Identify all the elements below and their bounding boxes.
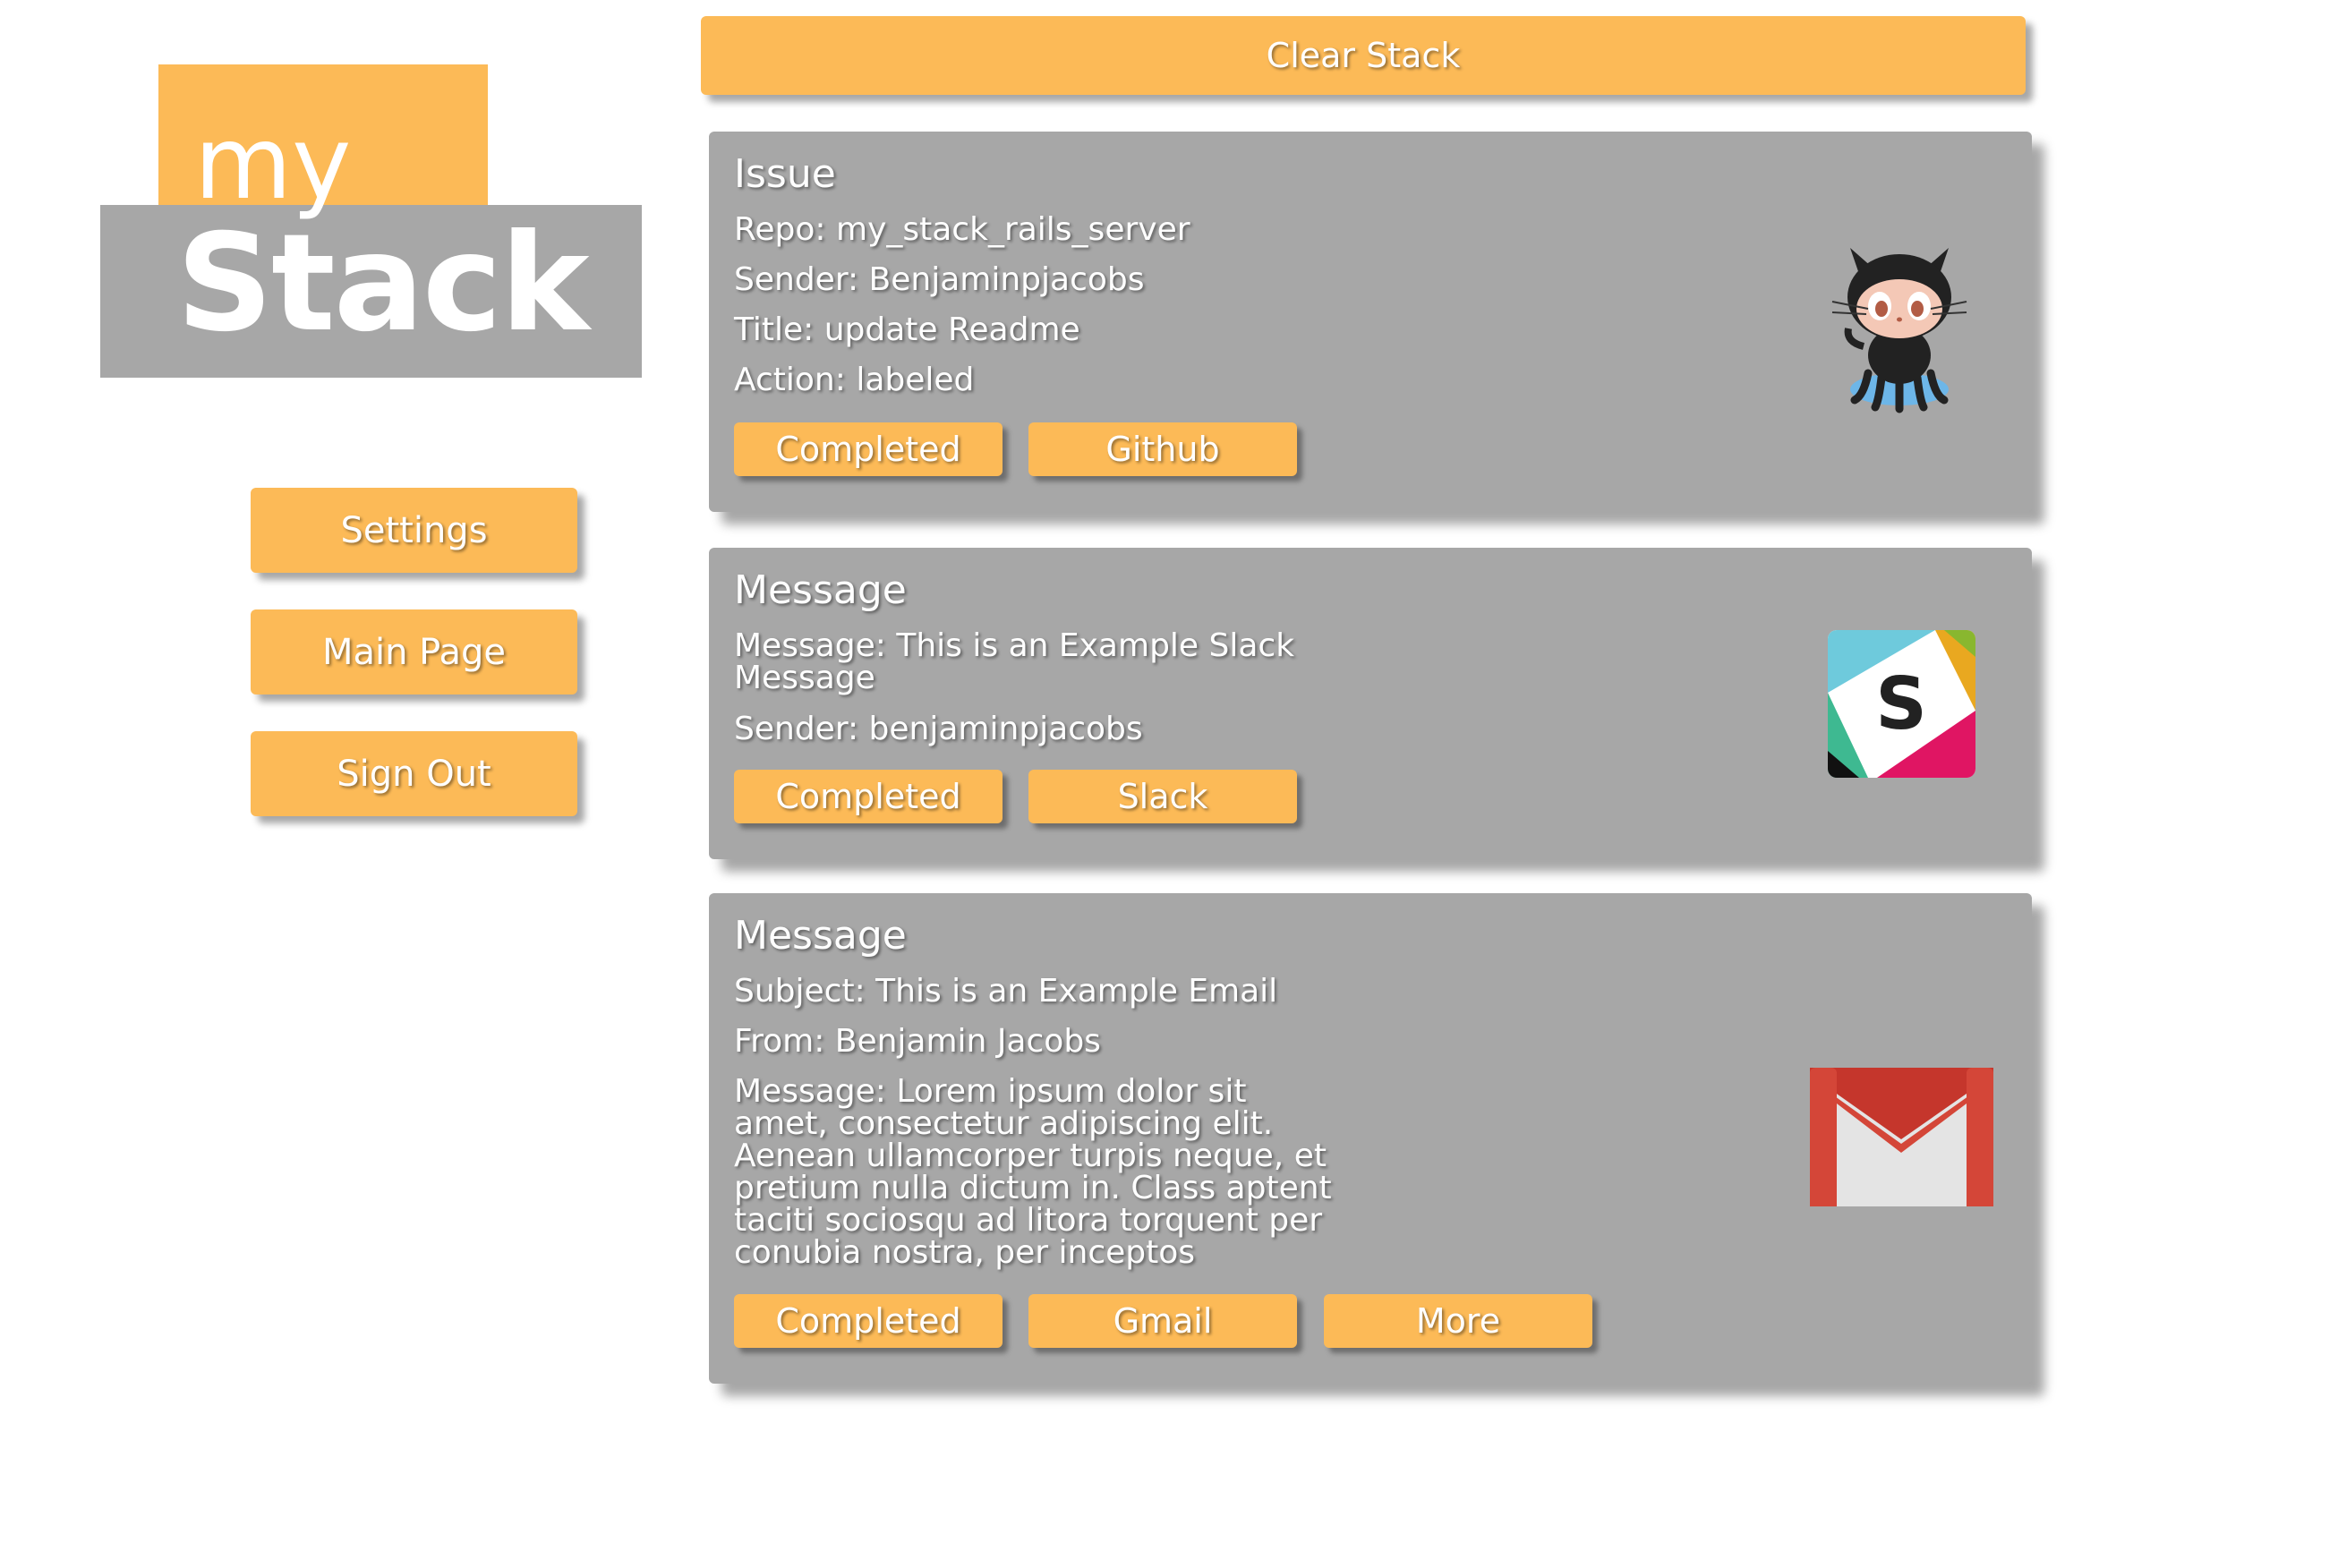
more-button[interactable]: More bbox=[1324, 1294, 1592, 1348]
card-message-line: Message: This is an Example Slack Messag… bbox=[734, 627, 1295, 696]
clear-stack-button[interactable]: Clear Stack bbox=[701, 16, 2026, 95]
stack-card-slack-message: Message Message: This is an Example Slac… bbox=[709, 548, 2032, 859]
card-from-line: From: Benjamin Jacobs bbox=[734, 1023, 1101, 1060]
logo-stack-text: Stack bbox=[176, 206, 590, 362]
mystack-logo: my Stack bbox=[100, 64, 642, 378]
card-title: Issue bbox=[734, 151, 836, 197]
card-action-line: Action: labeled bbox=[734, 362, 975, 398]
logo-my-text: my bbox=[194, 106, 352, 222]
slack-icon: S bbox=[1828, 630, 1975, 778]
card-title-line: Title: update Readme bbox=[734, 311, 1080, 348]
card-repo-line: Repo: my_stack_rails_server bbox=[734, 211, 1190, 248]
main-page-button[interactable]: Main Page bbox=[251, 609, 577, 695]
svg-text:S: S bbox=[1875, 662, 1927, 746]
stack-card-gmail-message: Message Subject: This is an Example Emai… bbox=[709, 893, 2032, 1384]
settings-button[interactable]: Settings bbox=[251, 488, 577, 573]
github-octocat-icon bbox=[1831, 248, 1967, 413]
page: my Stack Settings Main Page Sign Out Cle… bbox=[0, 0, 2338, 1568]
sign-out-button[interactable]: Sign Out bbox=[251, 731, 577, 816]
card-sender-line: Sender: Benjaminpjacobs bbox=[734, 261, 1145, 298]
gmail-icon bbox=[1810, 1068, 1993, 1206]
card-sender-line: Sender: benjaminpjacobs bbox=[734, 711, 1143, 747]
completed-button[interactable]: Completed bbox=[734, 422, 1003, 476]
card-title: Message bbox=[734, 913, 907, 959]
gmail-button[interactable]: Gmail bbox=[1028, 1294, 1297, 1348]
card-message-line: Message: Lorem ipsum dolor sit amet, con… bbox=[734, 1073, 1332, 1271]
completed-button[interactable]: Completed bbox=[734, 770, 1003, 823]
github-button[interactable]: Github bbox=[1028, 422, 1297, 476]
stack-card-github-issue: Issue Repo: my_stack_rails_server Sender… bbox=[709, 132, 2032, 512]
completed-button[interactable]: Completed bbox=[734, 1294, 1003, 1348]
card-subject-line: Subject: This is an Example Email bbox=[734, 973, 1278, 1010]
card-title: Message bbox=[734, 567, 907, 613]
slack-button[interactable]: Slack bbox=[1028, 770, 1297, 823]
